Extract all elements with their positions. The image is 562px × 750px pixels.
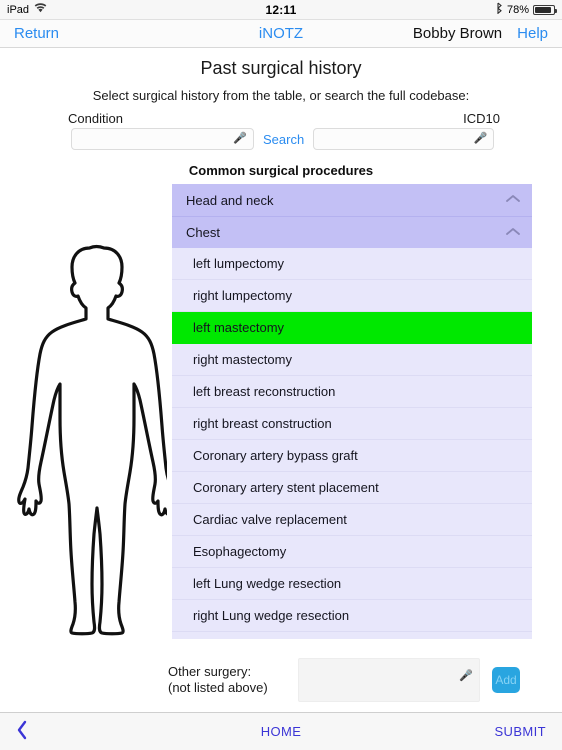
procedures-list[interactable]: Head and neck Chest left lumpectomy righ…: [172, 184, 532, 639]
bottom-toolbar: HOME SUBMIT: [0, 712, 562, 750]
microphone-icon[interactable]: 🎤: [233, 133, 247, 145]
procedure-label: left mastectomy: [193, 320, 285, 335]
procedure-label: Cardiac valve replacement: [193, 512, 347, 527]
other-surgery-input[interactable]: [299, 659, 479, 701]
add-button[interactable]: Add: [492, 667, 520, 693]
list-item[interactable]: left lumpectomy: [172, 248, 532, 280]
procedure-label: right breast construction: [193, 416, 332, 431]
other-surgery-row: Other surgery: (not listed above) 🎤 Add: [168, 658, 558, 702]
condition-field[interactable]: 🎤: [71, 128, 254, 150]
procedure-label: left Lung wedge resection: [193, 576, 342, 591]
list-item-partial[interactable]: [172, 632, 532, 639]
list-item-selected[interactable]: left mastectomy: [172, 312, 532, 344]
user-name: Bobby Brown: [412, 25, 503, 42]
page-subtitle: Select surgical history from the table, …: [92, 88, 470, 103]
nav-bar-right: Bobby Brown Help: [413, 25, 548, 42]
other-surgery-label: Other surgery: (not listed above): [168, 664, 286, 696]
list-item[interactable]: left Lung wedge resection: [172, 568, 532, 600]
section-title: Common surgical procedures: [188, 163, 374, 178]
group-label: Chest: [186, 225, 220, 240]
group-header-chest[interactable]: Chest: [172, 216, 532, 248]
condition-label: Condition: [68, 111, 123, 126]
procedure-label: right lumpectomy: [193, 288, 292, 303]
page-title: Past surgical history: [200, 58, 362, 78]
icd10-label: ICD10: [463, 111, 500, 126]
procedure-label: left breast reconstruction: [193, 384, 336, 399]
battery-icon: [533, 4, 557, 15]
microphone-icon[interactable]: 🎤: [474, 133, 488, 145]
human-body-silhouette[interactable]: [12, 240, 177, 640]
condition-input[interactable]: [72, 129, 253, 149]
chevron-up-icon[interactable]: [506, 194, 520, 206]
procedure-label: left lumpectomy: [193, 256, 285, 271]
list-item[interactable]: Cardiac valve replacement: [172, 504, 532, 536]
list-item[interactable]: right Lung wedge resection: [172, 600, 532, 632]
status-bar-right: 78%: [496, 2, 557, 17]
procedure-label: right Lung wedge resection: [193, 608, 350, 623]
help-button[interactable]: Help: [517, 25, 548, 42]
chevron-up-icon[interactable]: [506, 227, 520, 239]
bluetooth-icon: [496, 2, 503, 17]
status-bar-time: 12:11: [265, 2, 297, 17]
search-row: 🎤 Search 🎤: [0, 126, 562, 150]
microphone-icon[interactable]: 🎤: [459, 671, 473, 682]
procedure-label: right mastectomy: [193, 352, 292, 367]
list-item[interactable]: Coronary artery stent placement: [172, 472, 532, 504]
list-item[interactable]: right lumpectomy: [172, 280, 532, 312]
status-bar: iPad 12:11 78%: [0, 0, 562, 20]
other-surgery-label-line1: Other surgery:: [168, 664, 252, 679]
list-item[interactable]: right breast construction: [172, 408, 532, 440]
list-item[interactable]: right mastectomy: [172, 344, 532, 376]
group-label: Head and neck: [186, 192, 274, 208]
search-labels: Condition ICD10: [0, 103, 562, 126]
procedure-label: Coronary artery stent placement: [193, 480, 379, 495]
nav-bar: Return iNOTZ Bobby Brown Help: [0, 20, 562, 48]
procedure-label: Esophagectomy: [193, 544, 287, 559]
group-header-head-and-neck[interactable]: Head and neck: [172, 184, 532, 216]
search-button[interactable]: Search: [263, 132, 304, 147]
other-surgery-label-line2: (not listed above): [168, 680, 268, 695]
list-item[interactable]: Coronary artery bypass graft: [172, 440, 532, 472]
list-item[interactable]: Esophagectomy: [172, 536, 532, 568]
app-screen: iPad 12:11 78% Return iNOTZ Bobby Brown …: [0, 0, 562, 750]
icd10-field[interactable]: 🎤: [313, 128, 495, 150]
icd10-input[interactable]: [314, 129, 494, 149]
home-button[interactable]: HOME: [0, 724, 562, 739]
procedure-label: Coronary artery bypass graft: [193, 448, 358, 463]
submit-button[interactable]: SUBMIT: [494, 724, 546, 739]
list-item[interactable]: left breast reconstruction: [172, 376, 532, 408]
other-surgery-field[interactable]: 🎤: [298, 658, 480, 702]
battery-percent: 78%: [506, 3, 529, 16]
